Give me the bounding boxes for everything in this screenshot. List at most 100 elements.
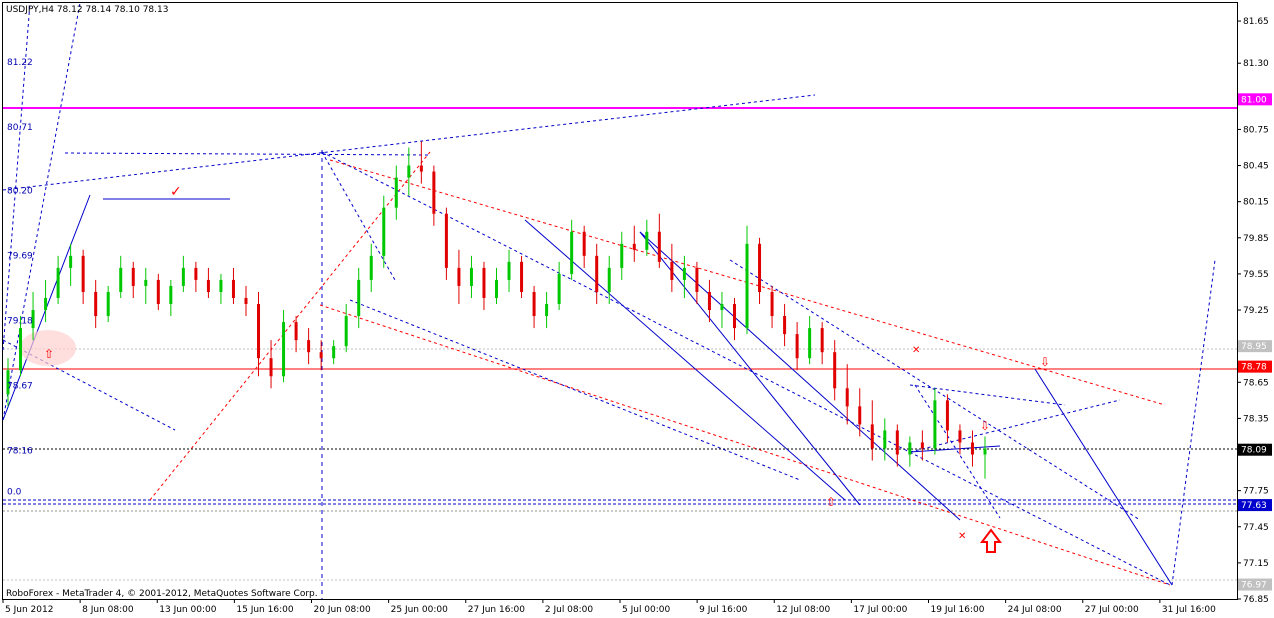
- fibo-label-5: 78.67: [7, 382, 33, 392]
- candle-body-8: [106, 291, 110, 317]
- candle-body-33: [419, 165, 423, 172]
- candles-group: [6, 141, 987, 479]
- candle-body-21: [269, 358, 273, 377]
- candle-body-12: [156, 279, 160, 305]
- candle-body-5: [69, 255, 73, 268]
- time-tick-label-0: 5 Jun 2012: [5, 605, 53, 615]
- time-tick-label-8: 5 Jul 00:00: [622, 605, 671, 615]
- candle-body-32: [407, 165, 411, 178]
- candle-body-69: [870, 424, 874, 449]
- candle-body-6: [81, 255, 85, 292]
- candle-body-20: [257, 304, 261, 359]
- candle-body-57: [720, 304, 724, 311]
- candle-body-24: [307, 340, 311, 353]
- fibo-label-6: 78.16: [7, 447, 33, 457]
- candle-body-78: [983, 448, 987, 455]
- candle-body-41: [520, 261, 524, 292]
- candle-body-71: [895, 430, 899, 455]
- candle-body-34: [432, 171, 436, 214]
- price-tick-label-3: 80.45: [1243, 162, 1269, 172]
- symbol-header: USDJPY,H4 78.12 78.14 78.10 78.13: [6, 5, 168, 15]
- candle-body-49: [620, 243, 624, 268]
- candle-body-3: [44, 297, 48, 311]
- price-chart[interactable]: ✓ ✕ ✕ ⇩ ⇩ ⇧ ⇧ 81.22 80.71 80.20 79.69 79.18 7…: [0, 0, 1274, 618]
- candle-body-4: [56, 267, 60, 298]
- time-tick-label-11: 17 Jul 00:00: [853, 605, 907, 615]
- analysis-lines: [2, 2, 1237, 599]
- fibo-label-2: 80.20: [7, 187, 33, 197]
- price-tag-label-1: 78.95: [1241, 342, 1267, 352]
- candle-body-37: [469, 267, 473, 286]
- down-arrow-icon: ⇩: [1040, 355, 1050, 369]
- candle-body-25: [319, 352, 323, 359]
- price-tag-label-5: 76.97: [1241, 581, 1267, 591]
- time-tick-label-12: 19 Jul 16:00: [931, 605, 985, 615]
- candle-body-48: [607, 267, 611, 292]
- price-tag-label-0: 81.00: [1241, 95, 1267, 105]
- candle-body-51: [645, 231, 649, 250]
- price-tick-label-7: 79.25: [1243, 306, 1269, 316]
- time-axis: 5 Jun 2012 8 Jun 08:00 13 Jun 00:00 15 Jun …: [2, 599, 1216, 615]
- price-tick-label-9: 78.35: [1243, 414, 1269, 424]
- candle-body-1: [19, 328, 23, 371]
- candle-body-68: [858, 406, 862, 425]
- candle-body-40: [507, 261, 511, 280]
- candle-body-14: [181, 267, 185, 286]
- price-tick-label-13: 76.85: [1243, 595, 1269, 605]
- check-mark-icon: ✓: [170, 184, 182, 200]
- candle-body-77: [970, 442, 974, 455]
- candle-body-13: [169, 285, 173, 305]
- time-tick-label-10: 12 Jul 08:00: [776, 605, 830, 615]
- candle-body-54: [682, 267, 686, 280]
- candle-body-7: [94, 291, 98, 317]
- time-tick-label-1: 8 Jun 08:00: [82, 605, 134, 615]
- candle-body-73: [920, 442, 924, 449]
- candle-body-22: [282, 322, 286, 377]
- candle-body-56: [707, 291, 711, 311]
- price-tag-label-4: 77.63: [1241, 501, 1267, 511]
- candle-body-15: [194, 267, 198, 280]
- candle-body-18: [231, 279, 235, 298]
- plot-frame: [2, 2, 1238, 600]
- candle-body-65: [820, 328, 824, 353]
- candle-body-19: [244, 297, 248, 305]
- price-tick-label-1: 81.30: [1243, 59, 1269, 69]
- candle-body-29: [369, 255, 373, 280]
- candle-body-42: [532, 291, 536, 317]
- candle-body-27: [344, 316, 348, 347]
- candle-body-9: [119, 267, 123, 292]
- down-arrow-icon-2: ⇩: [980, 419, 990, 433]
- price-tag-label-3: 78.09: [1241, 446, 1267, 456]
- price-tick-label-8: 78.65: [1243, 378, 1269, 388]
- time-tick-label-14: 27 Jul 00:00: [1085, 605, 1139, 615]
- candle-body-61: [770, 291, 774, 317]
- candle-body-75: [945, 400, 949, 431]
- price-tag-label-2: 78.78: [1241, 363, 1267, 373]
- price-tick-label-4: 80.15: [1243, 198, 1269, 208]
- candle-body-44: [557, 273, 561, 305]
- candle-body-46: [582, 231, 586, 256]
- fibo-label-3: 79.69: [7, 252, 33, 262]
- candle-body-60: [758, 243, 762, 292]
- cross-mark-icon: ✕: [912, 345, 920, 356]
- time-tick-label-9: 9 Jul 16:00: [699, 605, 748, 615]
- price-tick-label-10: 77.75: [1243, 487, 1269, 497]
- candle-body-64: [808, 328, 812, 359]
- candle-body-63: [795, 334, 799, 359]
- fibo-label-0: 81.22: [7, 58, 33, 68]
- candle-body-26: [332, 346, 336, 359]
- candle-body-66: [833, 352, 837, 389]
- cross-mark-icon-2: ✕: [958, 531, 966, 542]
- time-tick-label-2: 13 Jun 00:00: [159, 605, 216, 615]
- candle-body-59: [745, 243, 749, 329]
- fibo-label-1: 80.71: [7, 123, 33, 133]
- candle-body-11: [144, 279, 148, 286]
- price-tick-label-12: 77.15: [1243, 559, 1269, 569]
- candle-body-28: [357, 279, 361, 317]
- candle-body-58: [732, 304, 736, 329]
- candle-body-55: [695, 267, 699, 292]
- candle-body-39: [495, 279, 498, 298]
- copyright-text: RoboForex - MetaTrader 4, © 2001-2012, M…: [6, 589, 318, 599]
- fibo-label-4: 79.18: [7, 317, 33, 327]
- candle-body-23: [294, 322, 298, 341]
